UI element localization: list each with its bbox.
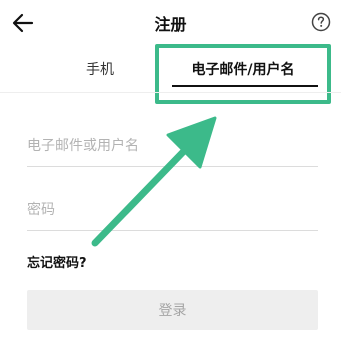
username-field[interactable] [27,129,318,163]
password-underline [27,230,318,231]
password-input[interactable] [27,193,318,227]
password-field[interactable] [27,193,318,227]
username-underline [27,166,318,167]
page-title: 注册 [154,15,187,34]
tab-phone[interactable]: 手机 [40,46,160,92]
question-circle-icon [311,12,331,32]
login-button[interactable]: 登录 [27,290,318,330]
tabs-divider [0,92,341,93]
top-bar: 注册 [0,0,341,44]
username-input[interactable] [27,129,318,163]
forgot-password-link[interactable]: 忘记密码? [27,252,87,271]
help-button[interactable] [311,12,331,32]
annotation-highlight-box [155,44,331,104]
